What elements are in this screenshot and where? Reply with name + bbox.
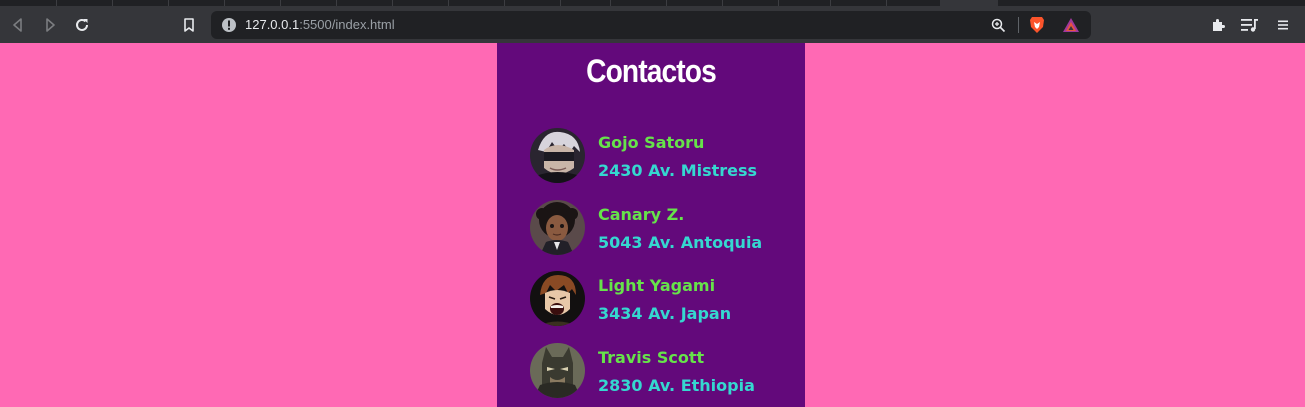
contact-address: 2830 Av. Ethiopia: [598, 376, 755, 395]
bookmark-icon[interactable]: [176, 12, 202, 38]
contact-item[interactable]: Light Yagami 3434 Av. Japan: [530, 271, 790, 331]
url-path: :5500/index.html: [299, 17, 395, 32]
contact-item[interactable]: Gojo Satoru 2430 Av. Mistress: [530, 128, 790, 188]
canary-avatar: [530, 200, 585, 255]
menu-icon[interactable]: [1270, 12, 1296, 38]
playlist-icon[interactable]: [1237, 12, 1263, 38]
contact-name: Light Yagami: [598, 276, 716, 295]
contact-address: 3434 Av. Japan: [598, 304, 732, 323]
extensions-icon[interactable]: [1205, 12, 1231, 38]
contact-item[interactable]: Canary Z. 5043 Av. Antoquia: [530, 200, 790, 260]
page-title: Contactos: [586, 53, 717, 89]
contact-name: Canary Z.: [598, 205, 685, 224]
url-host: 127.0.0.1: [245, 17, 300, 32]
contact-address: 5043 Av. Antoquia: [598, 233, 763, 252]
zoom-icon[interactable]: [989, 16, 1007, 34]
back-icon[interactable]: [5, 12, 31, 38]
address-bar[interactable]: 127.0.0.1:5500/index.html: [211, 11, 1091, 39]
brave-shield-icon[interactable]: [1028, 16, 1046, 34]
light-avatar: [530, 271, 585, 326]
forward-icon[interactable]: [37, 12, 63, 38]
travis-avatar: [530, 343, 585, 398]
contact-name: Travis Scott: [598, 348, 705, 367]
browser-toolbar: 127.0.0.1:5500/index.html: [0, 6, 1305, 43]
contact-item[interactable]: Travis Scott 2830 Av. Ethiopia: [530, 343, 790, 403]
omnibox-divider: [1018, 17, 1019, 33]
site-info-icon[interactable]: [221, 17, 237, 33]
gojo-avatar: [530, 128, 585, 183]
brave-rewards-icon[interactable]: [1062, 16, 1080, 34]
reload-icon[interactable]: [69, 12, 95, 38]
contact-name: Gojo Satoru: [598, 133, 705, 152]
url-text[interactable]: 127.0.0.1:5500/index.html: [245, 17, 395, 32]
contact-address: 2430 Av. Mistress: [598, 161, 758, 180]
contacts-card: Contactos Gojo Satoru 2430 Av. Mistress: [497, 43, 805, 407]
